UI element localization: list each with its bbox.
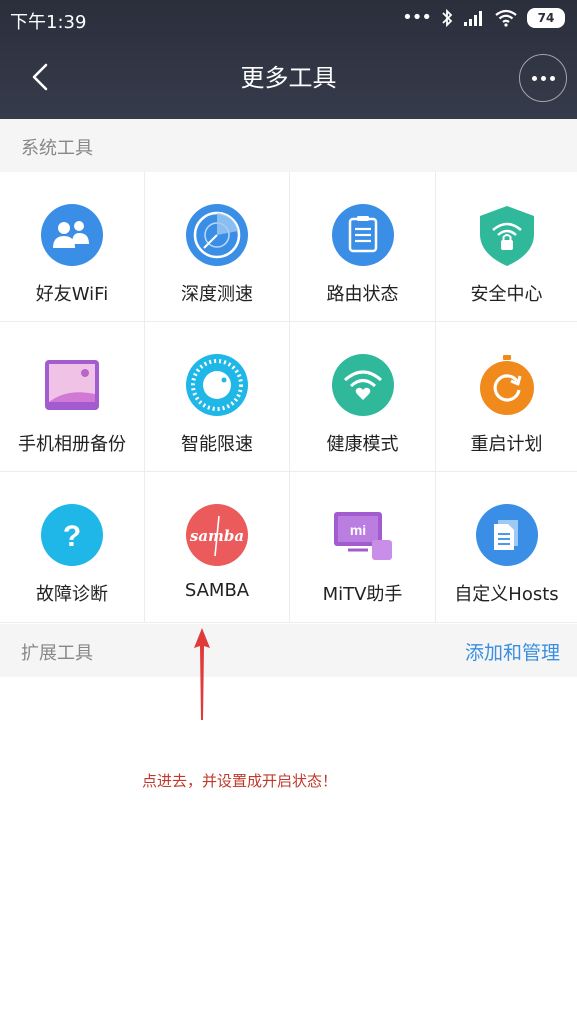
tool-label: MiTV助手 xyxy=(322,584,403,605)
hosts-document-icon xyxy=(475,504,538,566)
section-label: 系统工具 xyxy=(21,138,93,159)
samba-icon: samba xyxy=(186,504,248,566)
tool-friends-wifi[interactable]: 好友WiFi xyxy=(0,172,145,322)
clipboard-status-icon xyxy=(331,204,394,266)
annotation-arrow xyxy=(194,628,210,720)
tool-label: 深度测速 xyxy=(181,284,253,305)
speed-dial-icon xyxy=(186,354,248,416)
tool-label: 故障诊断 xyxy=(36,584,108,605)
tool-restart-schedule[interactable]: 重启计划 xyxy=(436,322,577,472)
mitv-icon-text: mi xyxy=(349,522,365,538)
tool-label: 重启计划 xyxy=(470,434,543,455)
more-options-button[interactable] xyxy=(519,54,567,102)
tool-router-status[interactable]: 路由状态 xyxy=(290,172,436,322)
battery-icon: 74 xyxy=(527,7,565,28)
status-time: 下午1:39 xyxy=(10,12,87,33)
tool-label: 自定义Hosts xyxy=(454,584,559,605)
status-icons: ••• 74 xyxy=(402,7,565,28)
tool-label: 路由状态 xyxy=(326,284,399,305)
tool-photo-backup[interactable]: 手机相册备份 xyxy=(0,322,145,472)
signal-icon xyxy=(464,10,482,26)
extension-tools-header: 扩展工具 添加和管理 xyxy=(0,624,577,677)
photo-album-icon xyxy=(45,360,99,410)
mitv-icon: mi xyxy=(333,512,392,560)
tool-label: 安全中心 xyxy=(470,284,543,305)
tool-label: 手机相册备份 xyxy=(18,434,126,455)
tool-samba[interactable]: samba SAMBA xyxy=(145,472,290,623)
tool-troubleshoot[interactable]: ? 故障诊断 xyxy=(0,472,145,623)
security-shield-icon xyxy=(479,206,534,266)
tool-custom-hosts[interactable]: 自定义Hosts xyxy=(436,472,577,623)
tool-speed-test[interactable]: 深度测速 xyxy=(145,172,290,322)
system-tools-header: 系统工具 xyxy=(0,119,577,172)
tool-health-mode[interactable]: 健康模式 xyxy=(290,322,436,472)
annotation-note: 点进去，并设置成开启状态！ xyxy=(142,772,338,790)
tools-grid: 好友WiFi 深度测速 路由状态 安全中心 手机相册备份 智能限速 健康模式 重… xyxy=(0,172,577,623)
tool-label: SAMBA xyxy=(184,580,250,601)
radar-speedtest-icon xyxy=(186,204,248,266)
tool-label: 好友WiFi xyxy=(35,284,109,305)
tool-smart-speed-limit[interactable]: 智能限速 xyxy=(145,322,290,472)
tool-mitv-assistant[interactable]: mi MiTV助手 xyxy=(290,472,436,623)
section-label: 扩展工具 xyxy=(21,643,93,664)
tool-label: 健康模式 xyxy=(326,434,399,455)
restart-timer-icon xyxy=(479,355,534,415)
question-help-icon: ? xyxy=(41,504,103,566)
page-title: 更多工具 xyxy=(240,64,337,92)
notification-dots: ••• xyxy=(402,7,432,28)
svg-text:?: ? xyxy=(63,520,81,553)
add-and-manage-link[interactable]: 添加和管理 xyxy=(465,638,560,665)
health-wifi-heart-icon xyxy=(331,354,394,416)
friends-wifi-icon xyxy=(41,204,103,266)
tool-label: 智能限速 xyxy=(181,434,253,455)
status-bar: 下午1:39 ••• 74 xyxy=(0,0,577,38)
wifi-status-icon xyxy=(495,9,517,27)
top-bar: 下午1:39 ••• 74 更多工具 xyxy=(0,0,577,119)
bluetooth-icon xyxy=(442,8,453,27)
tool-security-center[interactable]: 安全中心 xyxy=(436,172,577,322)
